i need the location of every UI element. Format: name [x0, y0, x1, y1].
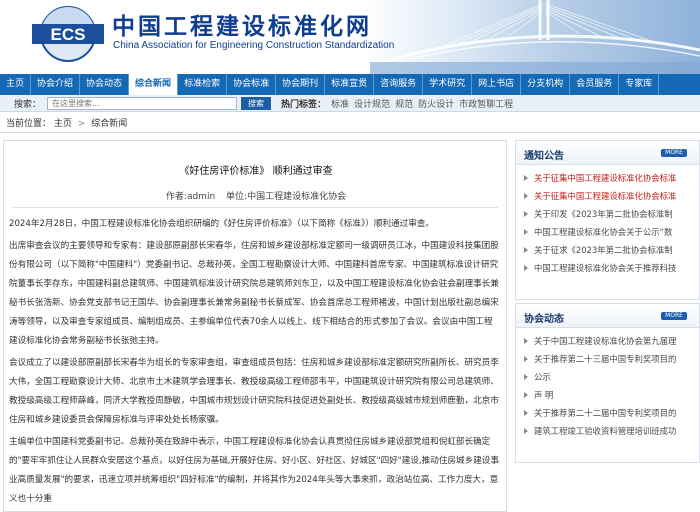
notice-item-link[interactable]: 中国工程建设标准化协会关于推荐科技: [534, 259, 676, 277]
nav-item-2[interactable]: 协会动态: [80, 74, 130, 95]
bridge-banner-image: [370, 0, 700, 74]
triangle-bullet-icon: [524, 193, 528, 199]
notice-item-link[interactable]: 关于征集中国工程建设标准化协会标准: [534, 169, 676, 187]
nav-item-8[interactable]: 咨询服务: [374, 74, 424, 95]
article-panel: 《好住房评价标准》 顺利通过审查 作者:admin 单位:中国工程建设标准化协会…: [3, 140, 507, 512]
article-title: 《好住房评价标准》 顺利通过审查: [179, 166, 333, 177]
notice-panel-title: 通知公告: [524, 151, 564, 162]
notice-list-item[interactable]: 中国工程建设标准化协会关于推荐科技: [524, 259, 699, 277]
article-author: 作者:admin: [165, 192, 216, 202]
nav-item-4[interactable]: 标准检索: [178, 74, 228, 95]
triangle-bullet-icon: [524, 338, 528, 344]
nav-item-11[interactable]: 分支机构: [521, 74, 571, 95]
news-list-item[interactable]: 关于中国工程建设标准化协会第九届理: [524, 332, 699, 350]
search-input[interactable]: [47, 96, 238, 110]
article-meta: 作者:admin 单位:中国工程建设标准化协会: [4, 189, 506, 202]
breadcrumb-prefix: 当前位置：: [6, 119, 52, 129]
ecs-logo[interactable]: ECS: [28, 4, 108, 64]
notice-list: 关于征集中国工程建设标准化协会标准 关于征集中国工程建设标准化协会标准 关于印发《2…: [516, 165, 699, 277]
article-paragraph: 主编单位中国建科党委副书记、总裁孙英在致辞中表示，中国工程建设标准化协会认真贯彻…: [9, 437, 499, 504]
search-button[interactable]: 搜索: [241, 96, 272, 110]
notice-panel-header: 通知公告 MORE: [516, 141, 699, 165]
news-item-link[interactable]: 公示: [534, 368, 551, 386]
notice-item-link[interactable]: 关于征集中国工程建设标准化协会标准: [534, 187, 676, 205]
breadcrumb: 当前位置： 主页 > 综合新闻: [0, 115, 700, 133]
search-label: 搜索：: [14, 99, 42, 110]
triangle-bullet-icon: [524, 356, 528, 362]
breadcrumb-current[interactable]: 综合新闻: [91, 119, 127, 129]
notice-list-item[interactable]: 关于征求《2023年第二批协会标准制: [524, 241, 699, 259]
site-title: 中国工程建设标准化网: [112, 13, 372, 40]
news-list-item[interactable]: 声 明: [524, 386, 699, 404]
triangle-bullet-icon: [524, 410, 528, 416]
triangle-bullet-icon: [524, 175, 528, 181]
breadcrumb-home[interactable]: 主页: [54, 119, 72, 129]
triangle-bullet-icon: [524, 374, 528, 380]
nav-item-9[interactable]: 学术研究: [423, 74, 473, 95]
nav-item-7[interactable]: 标准宣贯: [325, 74, 375, 95]
nav-item-13[interactable]: 专家库: [619, 74, 660, 95]
hot-tags: 标准 设计规范 规范 防火设计 市政暂聊工程: [326, 97, 513, 110]
article-paragraph: 2024年2月28日，中国工程建设标准化协会组织研编的《好住房评价标准》（以下简…: [9, 219, 434, 229]
site-header: ECS 中国工程建设标准化网 China Association for Eng…: [0, 0, 700, 74]
triangle-bullet-icon: [524, 265, 528, 271]
article-unit: 单位:中国工程建设标准化协会: [226, 192, 347, 202]
triangle-bullet-icon: [524, 229, 528, 235]
divider: [12, 207, 498, 208]
breadcrumb-separator: >: [77, 119, 86, 129]
hot-tag[interactable]: 标准: [331, 100, 349, 110]
notice-list-item[interactable]: 中国工程建设标准化协会关于公示“数: [524, 223, 699, 241]
notice-list-item[interactable]: 关于印发《2023年第二批协会标准制: [524, 205, 699, 223]
news-list-item[interactable]: 关于推荐第二十二届中国专利奖项目的: [524, 404, 699, 422]
news-item-link[interactable]: 关于推荐第二十二届中国专利奖项目的: [534, 404, 676, 422]
news-item-link[interactable]: 关于推荐第二十三届中国专利奖项目的: [534, 350, 676, 368]
news-list: 关于中国工程建设标准化协会第九届理 关于推荐第二十三届中国专利奖项目的 公示声 明关…: [516, 328, 699, 440]
nav-item-1[interactable]: 协会介绍: [31, 74, 81, 95]
news-more-button[interactable]: MORE: [661, 312, 687, 320]
article-body: 2024年2月28日，中国工程建设标准化协会组织研编的《好住房评价标准》（以下简…: [9, 215, 501, 511]
hot-tag[interactable]: 设计规范: [354, 100, 390, 110]
nav-item-12[interactable]: 会员服务: [570, 74, 620, 95]
notice-item-link[interactable]: 关于征求《2023年第二批协会标准制: [534, 241, 673, 259]
news-panel-title: 协会动态: [524, 314, 564, 325]
hot-tag[interactable]: 市政暂聊工程: [459, 100, 513, 110]
search-bar: 搜索： 搜索 热门标签： 标准设计规范规范防火设计市政暂聊工程: [0, 95, 700, 112]
article-paragraph: 出席审查会议的主要领导和专家有：建设部原副部长宋春华，住房和城乡建设部标准定额司…: [9, 241, 499, 346]
notice-list-item[interactable]: 关于征集中国工程建设标准化协会标准: [524, 187, 699, 205]
notice-item-link[interactable]: 关于印发《2023年第二批协会标准制: [534, 205, 673, 223]
news-panel: 协会动态 MORE 关于中国工程建设标准化协会第九届理 关于推荐第二十三届中国专利…: [515, 303, 700, 463]
news-list-item[interactable]: 关于推荐第二十三届中国专利奖项目的: [524, 350, 699, 368]
article-paragraph: 会议成立了以建设部原副部长宋春华为组长的专家审查组，审查组成员包括：住房和城乡建…: [9, 358, 499, 425]
notice-more-button[interactable]: MORE: [661, 149, 687, 157]
nav-item-10[interactable]: 网上书店: [472, 74, 522, 95]
svg-text:ECS: ECS: [51, 25, 86, 44]
hot-tag[interactable]: 规范: [395, 100, 413, 110]
site-subtitle: China Association for Engineering Constr…: [113, 40, 395, 51]
hot-tags-label: 热门标签：: [281, 99, 327, 110]
news-item-link[interactable]: 关于中国工程建设标准化协会第九届理: [534, 332, 676, 350]
triangle-bullet-icon: [524, 211, 528, 217]
news-list-item[interactable]: 公示: [524, 368, 699, 386]
notice-item-link[interactable]: 中国工程建设标准化协会关于公示“数: [534, 223, 672, 241]
news-list-item[interactable]: 建筑工程竣工验收资料管理培训班成功: [524, 422, 699, 440]
notice-list-item[interactable]: 关于征集中国工程建设标准化协会标准: [524, 169, 699, 187]
news-item-link[interactable]: 建筑工程竣工验收资料管理培训班成功: [534, 422, 676, 440]
nav-item-6[interactable]: 协会期刊: [276, 74, 326, 95]
triangle-bullet-icon: [524, 428, 528, 434]
triangle-bullet-icon: [524, 247, 528, 253]
news-panel-header: 协会动态 MORE: [516, 304, 699, 328]
notice-panel: 通知公告 MORE 关于征集中国工程建设标准化协会标准 关于征集中国工程建设标准化…: [515, 140, 700, 300]
nav-item-5[interactable]: 协会标准: [227, 74, 277, 95]
nav-item-3[interactable]: 综合新闻: [129, 74, 179, 95]
main-nav: 主页 协会介绍 协会动态 综合新闻 标准检索 协会标准 协会期刊 标准宣贯 咨询服务 学术研究 网上…: [0, 74, 700, 95]
hot-tag[interactable]: 防火设计: [418, 100, 454, 110]
triangle-bullet-icon: [524, 392, 528, 398]
nav-item-0[interactable]: 主页: [0, 74, 32, 95]
news-item-link[interactable]: 声 明: [534, 386, 553, 404]
